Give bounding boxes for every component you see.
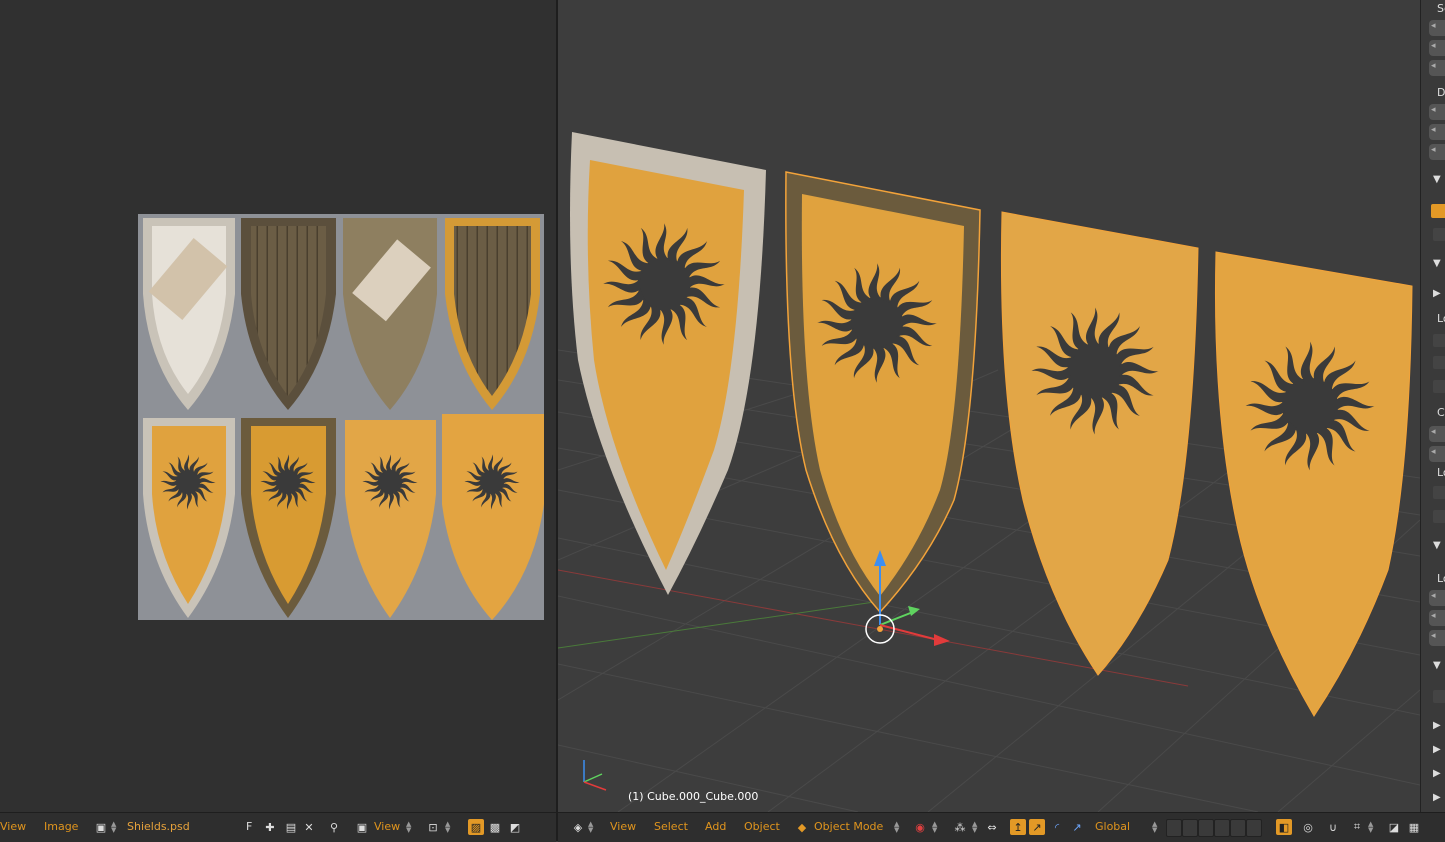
prop-label: Sc: [1437, 2, 1445, 15]
lock-camera-icon[interactable]: ◧: [1276, 819, 1292, 835]
prop-field[interactable]: [1429, 446, 1445, 462]
updown-icon[interactable]: ▲ ▼: [1152, 821, 1157, 834]
orientation-select[interactable]: Global: [1095, 820, 1130, 833]
layer-4-button[interactable]: [1214, 819, 1230, 837]
prop-field[interactable]: [1429, 20, 1445, 36]
3d-viewport[interactable]: (1) Cube.000_Cube.000: [558, 0, 1420, 812]
layer-3-button[interactable]: [1198, 819, 1214, 837]
shield-mesh-4: [1214, 251, 1413, 717]
prop-field[interactable]: [1429, 610, 1445, 626]
prop-checkbox[interactable]: [1433, 356, 1445, 369]
properties-panel[interactable]: Sc D ▼ ▼ ▶ Lo Cl Lo ▼ Lo ▼ ▶ ▶ ▶ ▶: [1420, 0, 1445, 812]
snap-target-icon[interactable]: ⌗: [1349, 819, 1365, 835]
close-icon[interactable]: ✕: [301, 819, 317, 835]
axes-indicator: [583, 760, 607, 791]
viewport-scene: [558, 132, 1420, 812]
render-anim-icon[interactable]: ▦: [1406, 819, 1422, 835]
prop-field[interactable]: [1429, 124, 1445, 140]
pivot-icon[interactable]: ⊡: [425, 819, 441, 835]
expand-arrow-icon[interactable]: ▼: [1433, 174, 1441, 185]
expand-arrow-icon[interactable]: ▶: [1433, 768, 1441, 779]
object-icon[interactable]: [1433, 486, 1445, 499]
prop-field[interactable]: [1429, 590, 1445, 606]
prop-field[interactable]: [1429, 426, 1445, 442]
alpha-icon[interactable]: ◩: [507, 819, 523, 835]
image-editor[interactable]: [0, 0, 556, 812]
eyedropper-icon[interactable]: [1433, 228, 1445, 241]
prop-field[interactable]: [1429, 60, 1445, 76]
expand-arrow-icon[interactable]: ▶: [1433, 288, 1441, 299]
expand-arrow-icon[interactable]: ▶: [1433, 720, 1441, 731]
display-mode-icon[interactable]: ▣: [354, 819, 370, 835]
expand-arrow-icon[interactable]: ▼: [1433, 540, 1441, 551]
prop-checkbox[interactable]: [1433, 380, 1445, 393]
expand-arrow-icon[interactable]: ▶: [1433, 792, 1441, 803]
prop-label: Cl: [1437, 406, 1445, 419]
layer-2-button[interactable]: [1182, 819, 1198, 837]
editor-type-icon[interactable]: ◈: [570, 819, 586, 835]
mode-select[interactable]: Object Mode: [814, 820, 883, 833]
fake-user-toggle[interactable]: F: [246, 820, 252, 833]
updown-icon[interactable]: ▲ ▼: [894, 821, 899, 834]
transform-icon[interactable]: ↗: [1069, 819, 1085, 835]
layer-1-button[interactable]: [1166, 819, 1182, 837]
menu-view[interactable]: View: [0, 820, 26, 833]
image-browse-icon[interactable]: ▣: [93, 819, 109, 835]
object-icon[interactable]: [1433, 334, 1445, 347]
image-editor-header: View Image ▣ ▲ ▼ Shields.psd F ✚ ▤ ✕ ⚲ ▣ …: [0, 812, 556, 842]
prop-field[interactable]: [1429, 630, 1445, 646]
viewport-header: ◈ ▲ ▼ View Select Add Object ◆ Object Mod…: [558, 812, 1445, 842]
menu-image[interactable]: Image: [44, 820, 78, 833]
pivot-point-icon[interactable]: ⁂: [952, 819, 968, 835]
expand-arrow-icon[interactable]: ▼: [1433, 258, 1441, 269]
color-swatch[interactable]: [1431, 204, 1445, 218]
updown-icon[interactable]: ▲ ▼: [111, 821, 116, 834]
updown-icon[interactable]: ▲ ▼: [588, 821, 593, 834]
shading-icon[interactable]: ◉: [912, 819, 928, 835]
prop-label: D: [1437, 86, 1445, 99]
object-icon[interactable]: [1433, 690, 1445, 703]
menu-add[interactable]: Add: [705, 820, 726, 833]
updown-icon[interactable]: ▲ ▼: [972, 821, 977, 834]
render-icon[interactable]: ◪: [1386, 819, 1402, 835]
proportional-edit-icon[interactable]: ◎: [1300, 819, 1316, 835]
prop-checkbox[interactable]: [1433, 510, 1445, 523]
expand-arrow-icon[interactable]: ▶: [1433, 744, 1441, 755]
prop-field[interactable]: [1429, 144, 1445, 160]
prop-label: Lo: [1437, 466, 1445, 479]
color-alpha-icon[interactable]: ▨: [468, 819, 484, 835]
updown-icon[interactable]: ▲ ▼: [406, 821, 411, 834]
pin-icon[interactable]: ⚲: [326, 819, 342, 835]
object-mode-icon[interactable]: ◆: [794, 819, 810, 835]
menu-object[interactable]: Object: [744, 820, 780, 833]
image-name-field[interactable]: Shields.psd: [127, 820, 190, 833]
prop-label: Lo: [1437, 572, 1445, 585]
new-image-icon[interactable]: ✚: [262, 819, 278, 835]
snap-icon[interactable]: ∪: [1325, 819, 1341, 835]
prop-label: Lo: [1437, 312, 1445, 325]
updown-icon[interactable]: ▲ ▼: [1368, 821, 1373, 834]
checker-icon[interactable]: ▩: [487, 819, 503, 835]
translate-icon[interactable]: ↥: [1010, 819, 1026, 835]
updown-icon[interactable]: ▲ ▼: [445, 821, 450, 834]
updown-icon[interactable]: ▲ ▼: [932, 821, 937, 834]
manipulator-icon[interactable]: ⇔: [984, 819, 1000, 835]
texture-image: [138, 214, 544, 620]
menu-select[interactable]: Select: [654, 820, 688, 833]
scale-icon[interactable]: ◜: [1049, 819, 1065, 835]
object-info-text: (1) Cube.000_Cube.000: [628, 790, 759, 803]
view-mode-select[interactable]: View: [374, 820, 400, 833]
open-image-icon[interactable]: ▤: [283, 819, 299, 835]
rotate-icon[interactable]: ↗: [1029, 819, 1045, 835]
expand-arrow-icon[interactable]: ▼: [1433, 660, 1441, 671]
shield-mesh-1: [570, 132, 766, 595]
layer-5-button[interactable]: [1230, 819, 1246, 837]
layer-6-button[interactable]: [1246, 819, 1262, 837]
prop-field[interactable]: [1429, 104, 1445, 120]
shield-mesh-3: [1000, 211, 1199, 676]
menu-view[interactable]: View: [610, 820, 636, 833]
shield-mesh-2: [785, 171, 981, 614]
prop-field[interactable]: [1429, 40, 1445, 56]
